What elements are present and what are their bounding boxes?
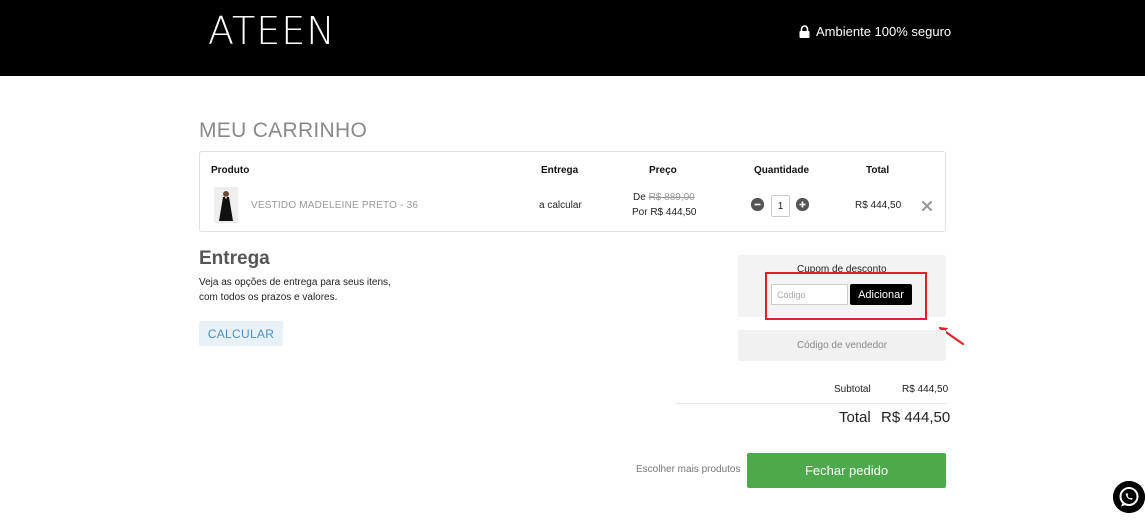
site-logo[interactable]: ATEEN xyxy=(208,9,336,53)
quantity-input[interactable] xyxy=(771,195,790,217)
product-name[interactable]: VESTIDO MADELEINE PRETO - 36 xyxy=(251,200,418,211)
subtotal-label: Subtotal xyxy=(834,384,871,395)
column-header-total: Total xyxy=(866,165,890,176)
secure-badge: Ambiente 100% seguro xyxy=(799,24,951,39)
total-label: Total xyxy=(839,409,871,426)
shipping-title: Entrega xyxy=(199,248,270,269)
cart-table: Produto Entrega Preço Quantidade Total V… xyxy=(199,151,946,232)
line-total: R$ 444,50 xyxy=(855,200,902,211)
price-from-label: De xyxy=(633,192,646,203)
add-coupon-button[interactable]: Adicionar xyxy=(850,284,912,305)
page-title: MEU CARRINHO xyxy=(199,119,368,142)
continue-shopping-link[interactable]: Escolher mais produtos xyxy=(636,464,741,475)
column-header-quantity: Quantidade xyxy=(754,165,810,176)
lock-icon xyxy=(799,25,810,38)
seller-code-button[interactable]: Código de vendedor xyxy=(738,330,946,361)
site-header: ATEEN Ambiente 100% seguro xyxy=(0,0,1145,76)
coupon-panel: Cupom de desconto Adicionar xyxy=(738,255,946,317)
column-header-product: Produto xyxy=(211,165,250,176)
shipping-description-line-1: Veja as opções de entrega para seus iten… xyxy=(199,277,391,288)
price-original: De R$ 889,00 xyxy=(633,192,695,203)
column-header-price: Preço xyxy=(649,165,677,176)
column-header-delivery: Entrega xyxy=(541,165,579,176)
delivery-value: a calcular xyxy=(539,200,582,211)
coupon-code-input[interactable] xyxy=(771,284,848,305)
quantity-increase-button[interactable] xyxy=(796,198,809,211)
coupon-title: Cupom de desconto xyxy=(797,264,887,275)
price-old-value: R$ 889,00 xyxy=(648,192,695,203)
product-thumbnail[interactable] xyxy=(214,187,238,223)
total-value: R$ 444,50 xyxy=(881,409,951,426)
secure-text: Ambiente 100% seguro xyxy=(816,24,952,39)
calculate-shipping-button[interactable]: CALCULAR xyxy=(199,321,283,346)
whatsapp-icon[interactable] xyxy=(1113,481,1145,513)
quantity-decrease-button[interactable] xyxy=(751,198,764,211)
summary-divider xyxy=(676,403,946,404)
checkout-button[interactable]: Fechar pedido xyxy=(747,453,946,488)
remove-item-icon[interactable] xyxy=(921,199,933,212)
subtotal-value: R$ 444,50 xyxy=(902,384,949,395)
shipping-description-line-2: com todos os prazos e valores. xyxy=(199,292,338,303)
price-current: Por R$ 444,50 xyxy=(632,207,697,218)
